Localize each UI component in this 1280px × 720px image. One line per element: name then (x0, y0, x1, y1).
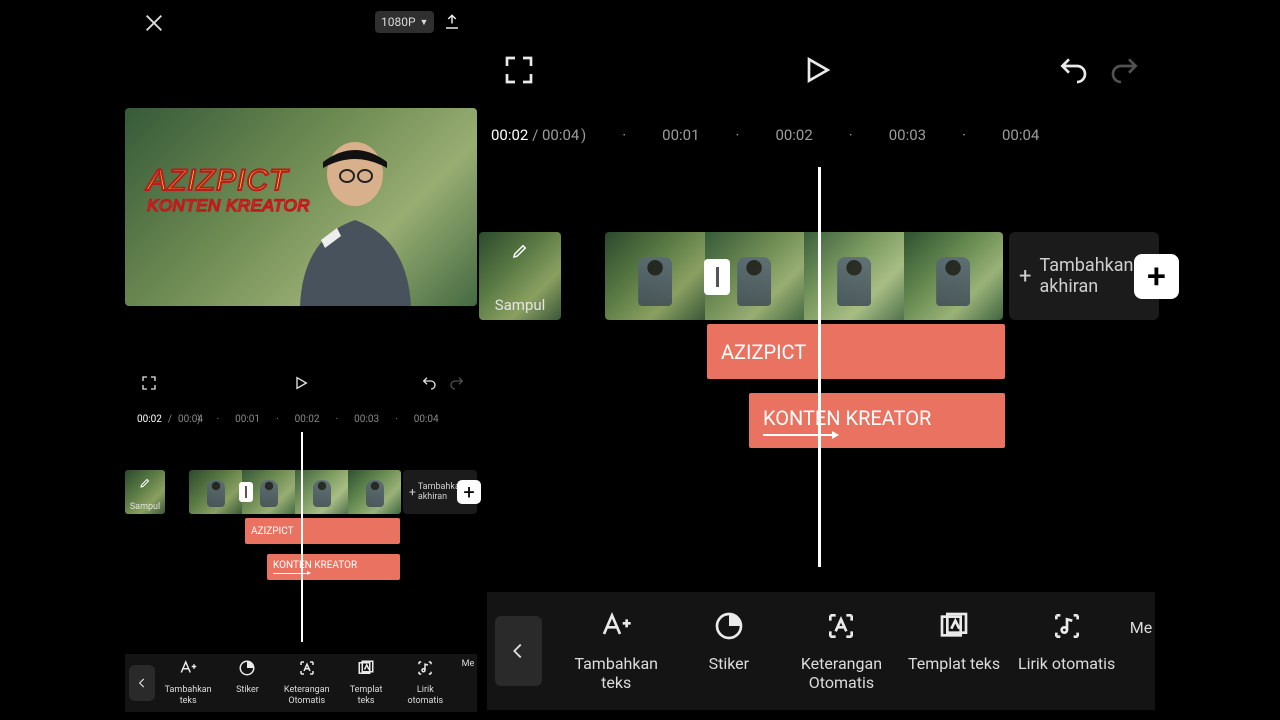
tool-auto-caption[interactable]: Keterangan Otomatis (789, 610, 894, 693)
tool-auto-caption[interactable]: Keterangan Otomatis (281, 659, 332, 706)
plus-icon: + (409, 485, 416, 499)
playhead[interactable] (301, 432, 303, 642)
toolbar-back-button[interactable] (495, 616, 542, 686)
tool-add-text[interactable]: Tambahkan teks (564, 610, 669, 693)
play-button[interactable] (293, 375, 309, 395)
plus-icon: + (1019, 264, 1031, 289)
edit-icon (511, 242, 529, 264)
sticker-icon (713, 610, 745, 646)
playhead[interactable] (818, 167, 821, 567)
timeline[interactable]: Sampul + Tambahkan akhiran + AZIZPICT KO… (479, 167, 1155, 590)
toolbar-back-button[interactable] (129, 665, 155, 701)
text-track-2[interactable]: KONTEN KREATOR (267, 554, 400, 580)
timeline-small[interactable]: Sampul + Tambahkan akhiran + AZIZPICT KO… (125, 432, 477, 642)
edit-icon (139, 474, 151, 493)
text-track-1[interactable]: AZIZPICT (245, 518, 400, 544)
play-button[interactable] (801, 54, 833, 90)
arrow-icon (763, 434, 833, 436)
tool-more[interactable]: Me (1127, 610, 1155, 693)
timeline-ruler-small[interactable]: 00:02 / 00:04 )· 00:01· 00:02· 00:03· 00… (137, 412, 479, 426)
cover-label: Sampul (130, 502, 160, 512)
time-total: 00:04 (542, 126, 579, 144)
auto-lyrics-icon (416, 659, 434, 681)
preview-title-overlay: AZIZPICT KONTEN KREATOR (147, 164, 310, 216)
add-text-icon (179, 659, 197, 681)
video-clip[interactable] (605, 232, 1003, 320)
bottom-toolbar-small: Tambahkan teks Stiker Keterangan Otomati… (125, 654, 477, 712)
add-text-icon (600, 610, 632, 646)
bottom-toolbar: Tambahkan teks Stiker Keterangan Otomati… (487, 592, 1155, 710)
tool-more[interactable]: Me (459, 659, 477, 706)
video-clip[interactable] (189, 470, 401, 514)
time-current: 00:02 (491, 126, 528, 144)
cover-label: Sampul (495, 296, 546, 314)
time-current: 00:02 (137, 414, 162, 425)
fullscreen-icon[interactable] (141, 375, 157, 395)
timeline-ruler[interactable]: 00:02 / 00:04 )· 00:01· 00:02· 00:03· 00… (491, 124, 1155, 146)
auto-caption-icon (298, 659, 316, 681)
cover-tile[interactable]: Sampul (125, 470, 165, 514)
tool-auto-lyrics[interactable]: Lirik otomatis (400, 659, 451, 706)
auto-lyrics-icon (1051, 610, 1083, 646)
add-ending-tile[interactable]: + Tambahkan akhiran + (403, 470, 477, 514)
tool-sticker[interactable]: Stiker (677, 610, 782, 693)
undo-button[interactable] (421, 375, 437, 395)
text-template-icon (357, 659, 375, 681)
sticker-icon (238, 659, 256, 681)
auto-caption-icon (825, 610, 857, 646)
text-template-icon (938, 610, 970, 646)
redo-button (449, 375, 465, 395)
redo-button (1109, 54, 1141, 90)
video-preview[interactable]: AZIZPICT KONTEN KREATOR (125, 108, 477, 306)
tool-auto-lyrics[interactable]: Lirik otomatis (1014, 610, 1119, 693)
text-track-1[interactable]: AZIZPICT (707, 324, 1005, 379)
text-track-2[interactable]: KONTEN KREATOR (749, 393, 1005, 448)
preview-title-sub: KONTEN KREATOR (147, 196, 310, 216)
tool-text-template[interactable]: Templat teks (902, 610, 1007, 693)
undo-button[interactable] (1057, 54, 1089, 90)
tool-text-template[interactable]: Templat teks (340, 659, 391, 706)
tool-sticker[interactable]: Stiker (222, 659, 273, 706)
fullscreen-icon[interactable] (503, 54, 535, 90)
tool-add-text[interactable]: Tambahkan teks (163, 659, 214, 706)
add-clip-button[interactable]: + (457, 480, 481, 504)
cover-tile[interactable]: Sampul (479, 232, 561, 320)
add-clip-button[interactable]: + (1134, 254, 1179, 299)
preview-title-main: AZIZPICT (147, 164, 310, 198)
add-ending-tile[interactable]: + Tambahkan akhiran + (1009, 232, 1159, 320)
transition-marker[interactable] (239, 482, 253, 502)
transition-marker[interactable] (704, 259, 730, 295)
